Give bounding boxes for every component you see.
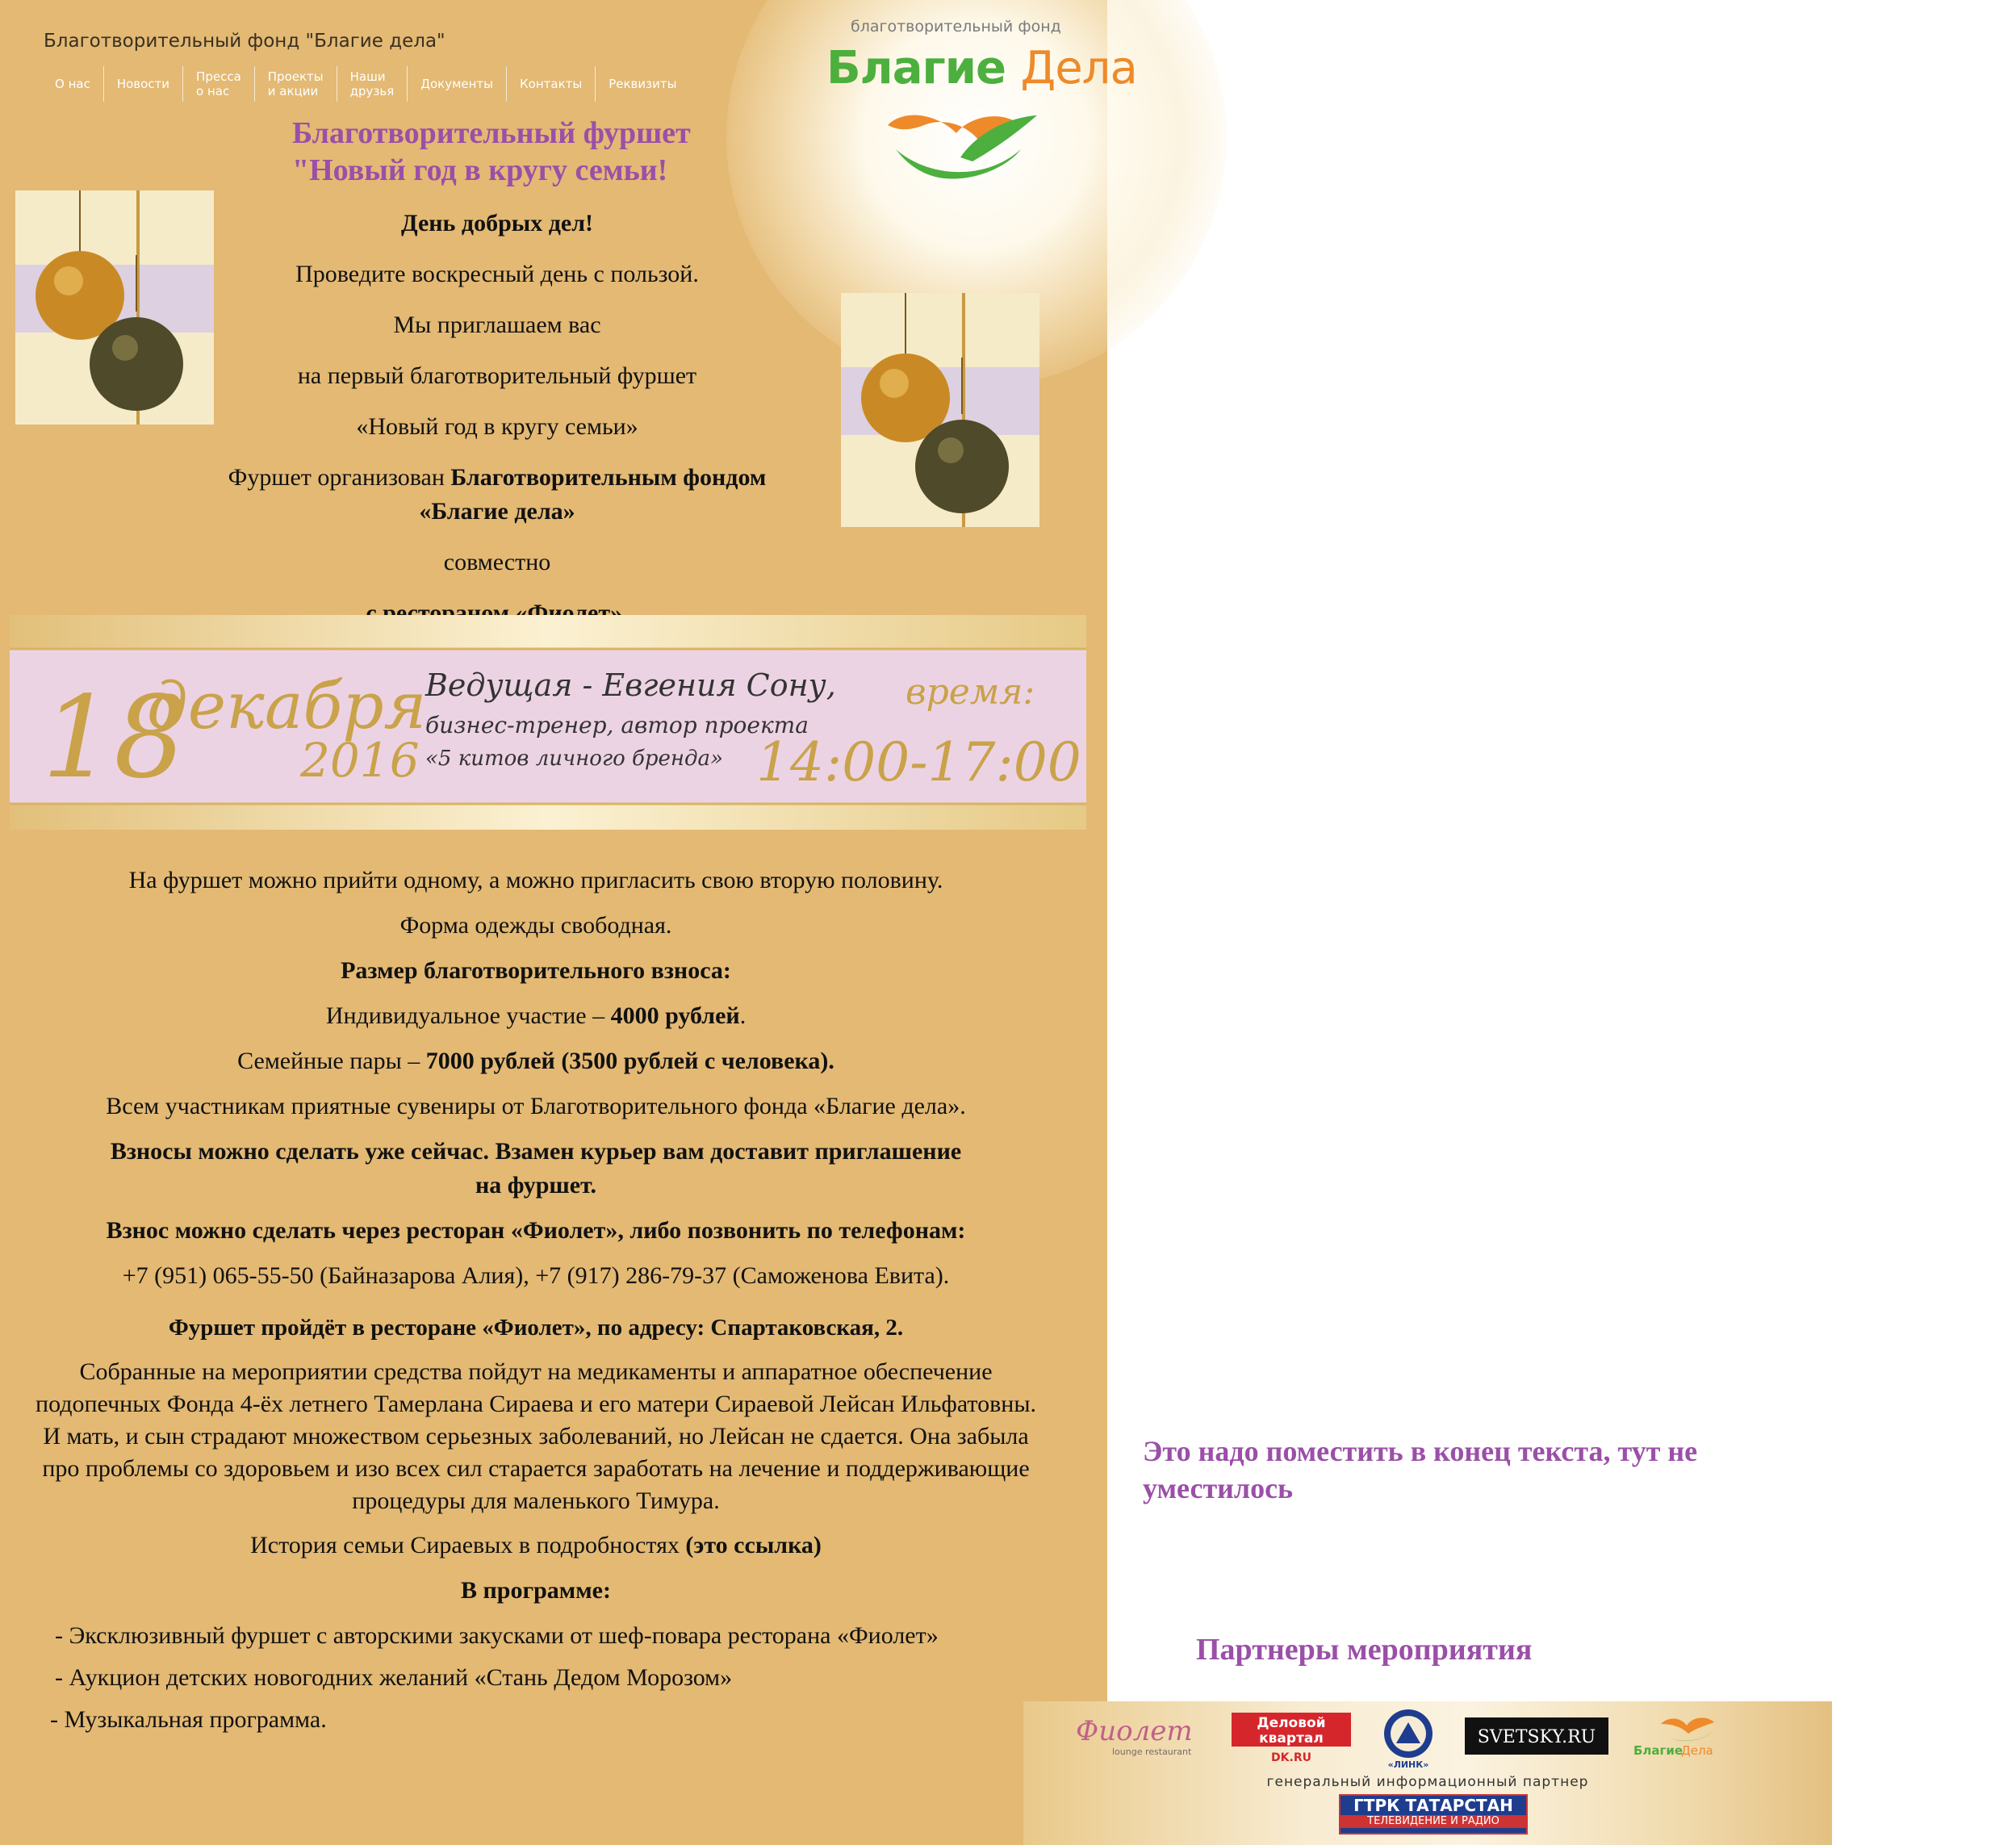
logo-name-green: Благие (826, 42, 1006, 94)
gtrk-name: ГТРК ТАТАРСТАН (1353, 1796, 1513, 1815)
nav-item-friends[interactable]: Наши друзья (337, 66, 408, 102)
svg-text:Благие: Благие (1633, 1743, 1683, 1758)
courier-text: Взносы можно сделать уже сейчас. Взамен … (110, 1138, 962, 1199)
event-title: Благотворительный фуршет "Новый год в кр… (292, 115, 691, 189)
history-text: История семьи Сираевых в подробностях (э… (250, 1532, 822, 1558)
intro-line: «Новый год в кругу семьи» (356, 413, 638, 440)
nav-item-about[interactable]: О нас (44, 66, 104, 102)
partner-logo-fiolet[interactable]: Фиолет lounge restaurant (1076, 1715, 1193, 1757)
main-nav: О нас Новости Пресса о нас Проекты и акц… (44, 66, 689, 102)
event-title-line2: "Новый год в кругу семьи! (292, 153, 668, 187)
details-text: Форма одежды свободная. (399, 912, 672, 939)
heart-leaf-icon (888, 115, 1037, 179)
program-item: - Аукцион детских новогодних желаний «Ст… (55, 1664, 733, 1691)
intro-line: Проведите воскресный день с пользой. (295, 261, 699, 287)
intro-line: на первый благотворительный фуршет (297, 362, 697, 389)
program-item: - Эксклюзивный фуршет с авторскими закус… (55, 1622, 939, 1649)
logo-name-orange: Дела (1020, 42, 1137, 94)
funds-text: Собранные на мероприятии средства пойдут… (36, 1358, 1036, 1514)
event-details: На фуршет можно прийти одному, а можно п… (36, 864, 1036, 1745)
svg-text:lounge restaurant: lounge restaurant (1112, 1747, 1192, 1757)
logo-name: Благие Дела (826, 42, 1138, 94)
fee-individual: Индивидуальное участие – 4000 рублей. (325, 1002, 747, 1029)
content-panel: Благотворительный фонд "Благие дела" О н… (0, 0, 1227, 1845)
fee-couples: Семейные пары – 7000 рублей (3500 рублей… (237, 1048, 834, 1074)
partner-logo-svetsky[interactable]: SVETSKY.RU (1465, 1717, 1608, 1755)
venue-text: Фуршет пройдёт в ресторане «Фиолет», по … (168, 1315, 904, 1341)
general-partner-label: генеральный информационный партнер (1266, 1774, 1589, 1790)
intro-line: Мы приглашаем вас (393, 312, 601, 338)
nav-item-requisites[interactable]: Реквизиты (596, 66, 689, 102)
program-title: В программе: (461, 1577, 611, 1604)
svg-text:«ЛИНК»: «ЛИНК» (1388, 1759, 1429, 1770)
svg-text:DK.RU: DK.RU (1271, 1751, 1311, 1764)
intro-headline: День добрых дел! (400, 210, 594, 236)
editor-note: Это надо поместить в конец текста, тут н… (1143, 1435, 1698, 1504)
phone-numbers: +7 (951) 065-55-50 (Байназарова Алия), +… (122, 1262, 950, 1289)
phone-note: Взнос можно сделать через ресторан «Фиол… (106, 1217, 966, 1244)
svg-text:квартал: квартал (1259, 1730, 1324, 1747)
svg-text:SVETSKY.RU: SVETSKY.RU (1478, 1727, 1596, 1747)
svg-text:Дела: Дела (1681, 1743, 1713, 1758)
event-date-banner: 18 декабря 2016 Ведущая - Евгения Сону, … (10, 615, 1086, 830)
banner-year: 2016 (299, 733, 420, 788)
site-logo[interactable]: благотворительный фонд Благие Дела (823, 16, 1138, 202)
logo-subtitle: благотворительный фонд (851, 18, 1061, 36)
banner-host-line1: Ведущая - Евгения Сону, (425, 667, 836, 703)
site-title: Благотворительный фонд "Благие дела" (44, 31, 445, 52)
nav-item-news[interactable]: Новости (104, 66, 184, 102)
banner-host-line3: «5 китов личного бренда» (425, 747, 723, 771)
souvenirs-text: Всем участникам приятные сувениры от Бла… (106, 1093, 966, 1119)
intro-text: День добрых дел! Проведите воскресный де… (181, 207, 814, 647)
partners-banner: Фиолет lounge restaurant Деловой квартал… (1023, 1701, 1832, 1845)
event-title-line1: Благотворительный фуршет (292, 116, 691, 150)
banner-time: 14:00-17:00 (756, 731, 1081, 793)
banner-time-label: время: (906, 671, 1035, 713)
partner-logo-blagie-dela[interactable]: Благие Дела (1633, 1717, 1714, 1758)
partner-logo-gtrk[interactable]: ГТРК ТАТАРСТАН ТЕЛЕВИДЕНИЕ И РАДИО (1339, 1794, 1528, 1835)
gtrk-subtitle: ТЕЛЕВИДЕНИЕ И РАДИО (1341, 1815, 1526, 1828)
history-link[interactable]: (это ссылка) (685, 1532, 822, 1558)
organizer-text: Фуршет организован Благотворительным фон… (228, 464, 767, 525)
christmas-ornament-image-right (841, 293, 1039, 527)
organizer-name: Благотворительным фондом «Благие дела» (419, 464, 767, 525)
nav-item-press[interactable]: Пресса о нас (183, 66, 255, 102)
program-item: - Музыкальная программа. (50, 1706, 327, 1733)
partner-logo-links[interactable]: «ЛИНК» (1384, 1709, 1433, 1770)
svg-text:Деловой: Деловой (1257, 1715, 1325, 1731)
partners-title: Партнеры мероприятия (1196, 1633, 1533, 1667)
details-text: На фуршет можно прийти одному, а можно п… (128, 867, 943, 893)
fee-title: Размер благотворительного взноса: (341, 957, 731, 984)
svg-text:Фиолет: Фиолет (1076, 1715, 1193, 1747)
nav-item-documents[interactable]: Документы (408, 66, 507, 102)
partner-logo-dk[interactable]: Деловой квартал DK.RU (1232, 1713, 1351, 1764)
nav-item-projects[interactable]: Проекты и акции (255, 66, 337, 102)
nav-item-contacts[interactable]: Контакты (507, 66, 596, 102)
intro-line: совместно (443, 549, 551, 575)
banner-host-line2: бизнес-тренер, автор проекта (425, 712, 809, 738)
